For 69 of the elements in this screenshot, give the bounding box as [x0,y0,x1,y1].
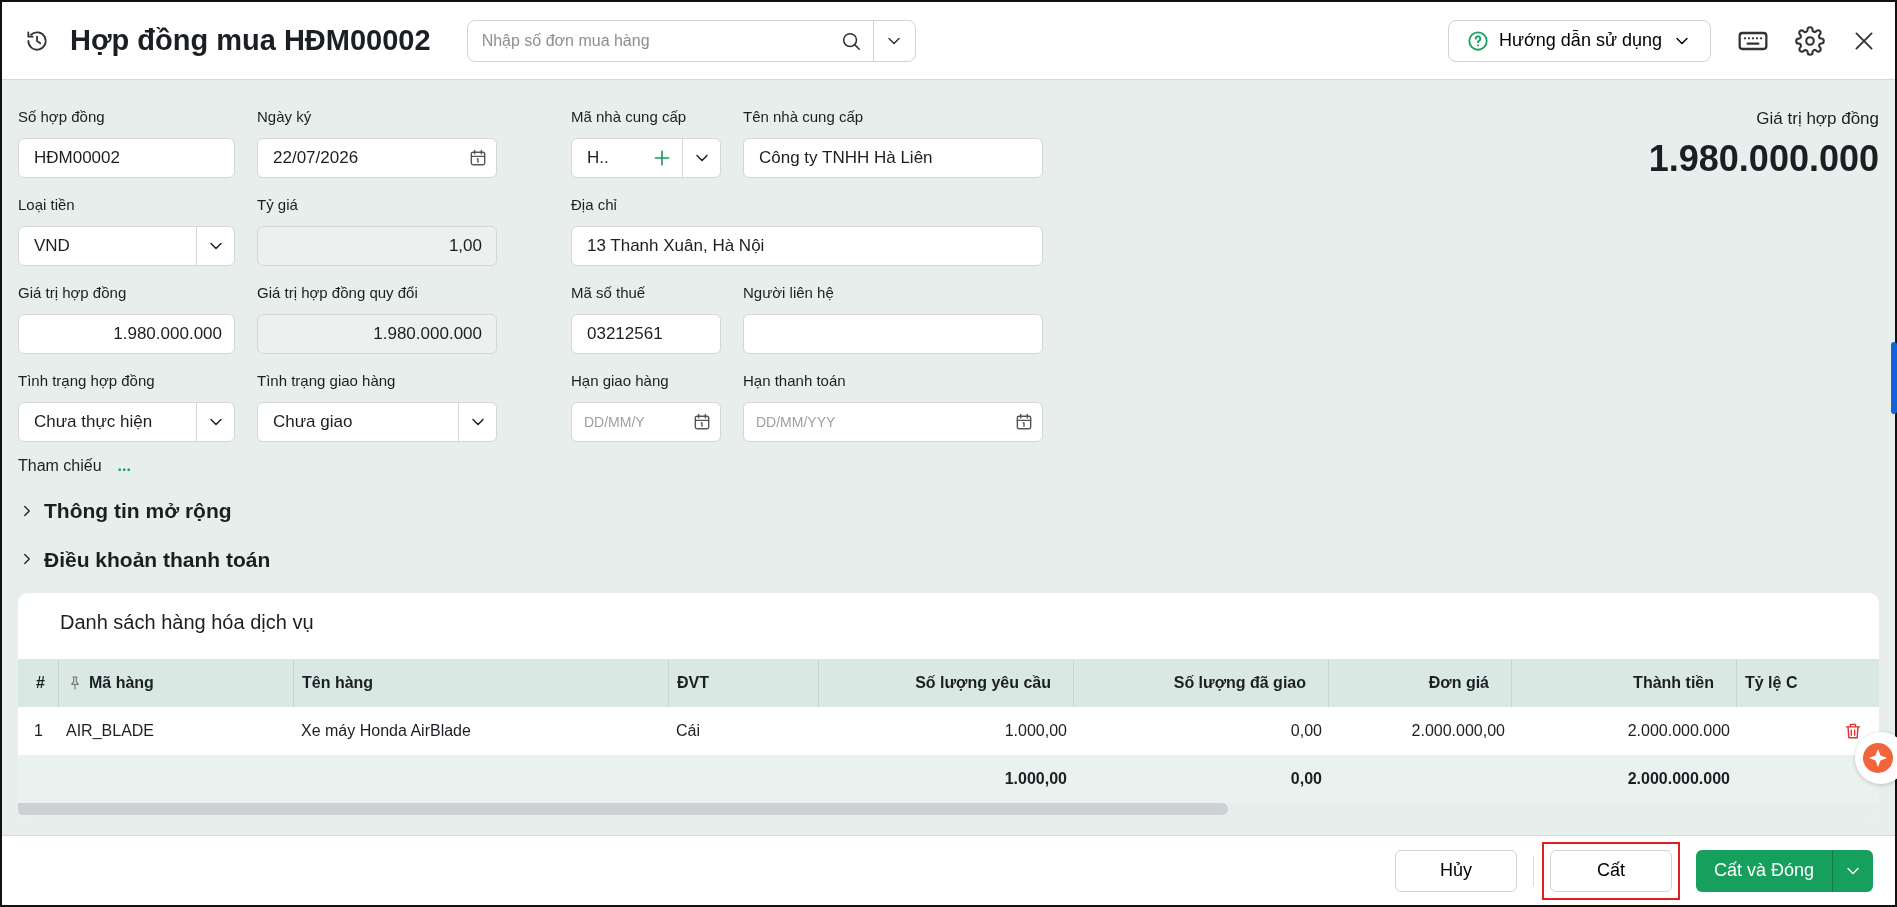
text-field[interactable]: 03212561 [571,314,721,354]
total-cell-text: 1.000,00 [1003,769,1068,789]
calendar-icon [1014,412,1034,432]
reference-label: Tham chiếu [18,456,102,476]
section-toggle[interactable]: Thông tin mở rộng [18,495,232,527]
scrollbar-thumb[interactable] [18,803,1228,815]
calendar-icon [692,412,712,432]
plus-icon [652,148,672,168]
field-label: Ngày ký [257,107,312,127]
readonly-field: 1.980.000.000 [257,314,497,354]
help-icon [1467,29,1489,52]
field-label: Tỷ giá [257,195,298,215]
table-cell-text: Xe máy Honda AirBlade [300,721,472,741]
settings-button[interactable] [1795,25,1825,56]
field-label: Mã số thuế [571,283,646,303]
column-header[interactable]: Số lượng yêu cầu [818,659,1073,707]
trash-icon [1843,721,1863,741]
window-title: Hợp đồng mua HĐM00002 [70,23,431,58]
text-field[interactable]: 13 Thanh Xuân, Hà Nội [571,226,1043,266]
column-header[interactable]: ĐVT [668,659,818,707]
table-cell-text: 2.000.000.000 [1626,721,1731,741]
dropdown-field[interactable]: VND [18,226,235,266]
table-cell-text: 0,00 [1289,721,1323,741]
contract-value: 1.980.000.000 [1648,136,1879,181]
table-cell-text: 1 [33,721,44,741]
total-cell-text: 2.000.000.000 [1626,769,1731,789]
text-field[interactable]: HĐM00002 [18,138,235,178]
field-label: Địa chỉ [571,195,617,215]
field-label: Tên nhà cung cấp [743,107,864,127]
column-header[interactable]: Đơn giá [1328,659,1511,707]
help-button[interactable]: Hướng dẫn sử dụng [1448,19,1711,62]
table-cell-text: AIR_BLADE [65,721,156,741]
total-cell-text: 0,00 [1289,769,1323,789]
column-header[interactable]: Thành tiền [1511,659,1736,707]
field-label: Loại tiền [18,195,75,215]
section-toggle[interactable]: Điều khoản thanh toán [18,543,271,575]
column-header[interactable]: Tên hàng [293,659,668,707]
delete-button[interactable] [1843,721,1863,741]
text-field[interactable] [743,314,1043,354]
readonly-field: 1,00 [257,226,497,266]
field-label: Hạn giao hàng [571,371,669,391]
table-cell-text: Cái [675,721,701,741]
column-header[interactable]: Tỷ lệ C [1736,659,1879,707]
field-label: Người liên hệ [743,283,834,303]
dropdown-field[interactable]: Chưa thực hiện [18,402,235,442]
table-cell-text: 1.000,00 [1003,721,1068,741]
field-label: Mã nhà cung cấp [571,107,687,127]
field-label: Tình trạng hợp đồng [18,371,155,391]
sparkle-icon [1863,743,1893,773]
field-label: Giá trị hợp đồng quy đổi [257,283,418,303]
table-cell-text: 2.000.000,00 [1410,721,1506,741]
supplier-code-field[interactable]: H.. [571,138,721,178]
date-field[interactable]: 22/07/2026 [257,138,497,178]
field-label: Số hợp đồng [18,107,105,127]
column-header[interactable]: # [18,659,58,707]
number-field[interactable]: 1.980.000.000 [18,314,235,354]
settings-icon [1795,25,1825,56]
action-button[interactable]: Cất [1549,849,1672,892]
column-header[interactable]: Số lượng đã giao [1073,659,1328,707]
contract-value-label: Giá trị hợp đồng [1755,108,1879,130]
dropdown-field[interactable]: Chưa giao [257,402,497,442]
calendar-icon [468,148,488,168]
field-label: Giá trị hợp đồng [18,283,127,303]
column-header[interactable]: Mã hàng [58,659,293,707]
field-label: Tình trạng giao hàng [257,371,396,391]
action-button[interactable]: Hủy [1394,849,1517,892]
field-label: Hạn thanh toán [743,371,846,391]
text-field[interactable]: Công ty TNHH Hà Liên [743,138,1043,178]
table-title: Danh sách hàng hóa dịch vụ [59,610,315,635]
